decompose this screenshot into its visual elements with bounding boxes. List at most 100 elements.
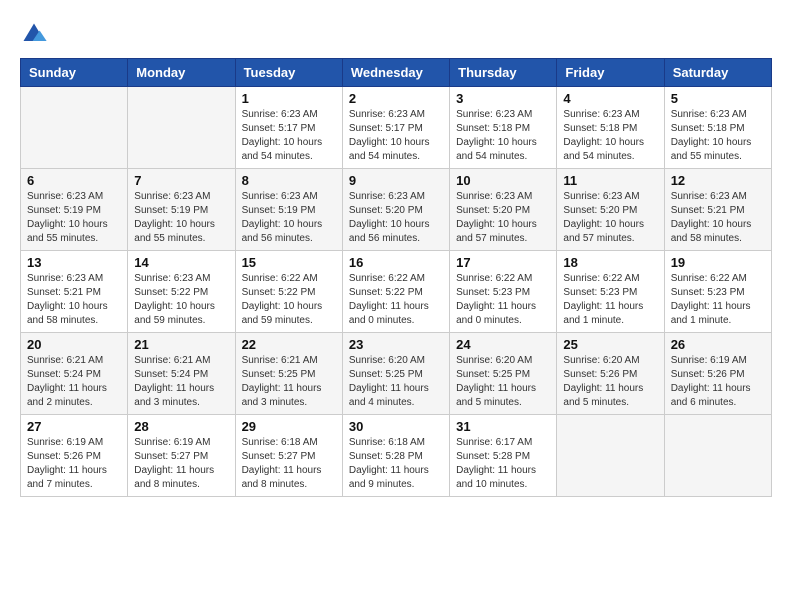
day-info: Sunrise: 6:23 AMSunset: 5:20 PMDaylight:…: [563, 190, 657, 246]
calendar-cell: 15Sunrise: 6:22 AMSunset: 5:22 PMDayligh…: [235, 251, 342, 333]
calendar-cell: 29 Sunrise: 6:18 AMSunset: 5:27 PMDayligh…: [235, 415, 342, 497]
day-number: 6: [27, 173, 121, 188]
day-number: 12: [671, 173, 765, 188]
weekday-header: Saturday: [664, 59, 771, 87]
day-number: 22: [242, 337, 336, 352]
calendar-cell: 12Sunrise: 6:23 AMSunset: 5:21 PMDayligh…: [664, 169, 771, 251]
day-number: 21: [134, 337, 228, 352]
day-number: 14: [134, 255, 228, 270]
calendar-cell: 23 Sunrise: 6:20 AMSunset: 5:25 PMDayligh…: [342, 333, 449, 415]
calendar-cell: 8 Sunrise: 6:23 AMSunset: 5:19 PMDaylight…: [235, 169, 342, 251]
day-info: Sunrise: 6:23 AMSunset: 5:17 PMDaylight:…: [349, 108, 443, 164]
calendar-cell: 11 Sunrise: 6:23 AMSunset: 5:20 PMDayligh…: [557, 169, 664, 251]
day-info: Sunrise: 6:23 AMSunset: 5:18 PMDaylight:…: [563, 108, 657, 164]
day-info: Sunrise: 6:23 AMSunset: 5:22 PMDaylight:…: [134, 272, 228, 328]
calendar-cell: 24 Sunrise: 6:20 AMSunset: 5:25 PMDayligh…: [450, 333, 557, 415]
calendar-cell: 20 Sunrise: 6:21 AMSunset: 5:24 PMDayligh…: [21, 333, 128, 415]
logo-icon: [20, 20, 48, 48]
day-number: 23: [349, 337, 443, 352]
day-info: Sunrise: 6:23 AMSunset: 5:19 PMDaylight:…: [134, 190, 228, 246]
day-info: Sunrise: 6:22 AMSunset: 5:23 PMDaylight:…: [563, 272, 657, 328]
calendar-cell: 17Sunrise: 6:22 AMSunset: 5:23 PMDayligh…: [450, 251, 557, 333]
day-info: Sunrise: 6:23 AMSunset: 5:20 PMDaylight:…: [456, 190, 550, 246]
day-number: 16: [349, 255, 443, 270]
calendar-cell: 26 Sunrise: 6:19 AMSunset: 5:26 PMDayligh…: [664, 333, 771, 415]
day-info: Sunrise: 6:23 AMSunset: 5:18 PMDaylight:…: [456, 108, 550, 164]
calendar-table: SundayMondayTuesdayWednesdayThursdayFrid…: [20, 58, 772, 497]
day-number: 11: [563, 173, 657, 188]
weekday-header: Sunday: [21, 59, 128, 87]
calendar-cell: 7 Sunrise: 6:23 AMSunset: 5:19 PMDaylight…: [128, 169, 235, 251]
logo: [20, 20, 53, 48]
calendar-cell: 19 Sunrise: 6:22 AMSunset: 5:23 PMDayligh…: [664, 251, 771, 333]
calendar-cell: 14 Sunrise: 6:23 AMSunset: 5:22 PMDayligh…: [128, 251, 235, 333]
day-info: Sunrise: 6:19 AMSunset: 5:26 PMDaylight:…: [27, 436, 121, 492]
calendar-cell: 6 Sunrise: 6:23 AMSunset: 5:19 PMDaylight…: [21, 169, 128, 251]
day-info: Sunrise: 6:22 AMSunset: 5:22 PMDaylight:…: [349, 272, 443, 328]
day-number: 19: [671, 255, 765, 270]
day-number: 1: [242, 91, 336, 106]
day-info: Sunrise: 6:21 AMSunset: 5:24 PMDaylight:…: [27, 354, 121, 410]
day-number: 30: [349, 419, 443, 434]
calendar-cell: 10Sunrise: 6:23 AMSunset: 5:20 PMDayligh…: [450, 169, 557, 251]
day-info: Sunrise: 6:23 AMSunset: 5:19 PMDaylight:…: [242, 190, 336, 246]
day-number: 27: [27, 419, 121, 434]
calendar-cell: 3Sunrise: 6:23 AMSunset: 5:18 PMDaylight…: [450, 87, 557, 169]
calendar-cell: 22 Sunrise: 6:21 AMSunset: 5:25 PMDayligh…: [235, 333, 342, 415]
day-info: Sunrise: 6:20 AMSunset: 5:25 PMDaylight:…: [349, 354, 443, 410]
day-number: 7: [134, 173, 228, 188]
day-number: 15: [242, 255, 336, 270]
calendar-cell: 9 Sunrise: 6:23 AMSunset: 5:20 PMDaylight…: [342, 169, 449, 251]
day-info: Sunrise: 6:21 AMSunset: 5:24 PMDaylight:…: [134, 354, 228, 410]
calendar-week-row: 20 Sunrise: 6:21 AMSunset: 5:24 PMDayligh…: [21, 333, 772, 415]
day-info: Sunrise: 6:23 AMSunset: 5:18 PMDaylight:…: [671, 108, 765, 164]
day-info: Sunrise: 6:18 AMSunset: 5:28 PMDaylight:…: [349, 436, 443, 492]
calendar-week-row: 6 Sunrise: 6:23 AMSunset: 5:19 PMDaylight…: [21, 169, 772, 251]
calendar-cell: 27 Sunrise: 6:19 AMSunset: 5:26 PMDayligh…: [21, 415, 128, 497]
calendar-cell: 25 Sunrise: 6:20 AMSunset: 5:26 PMDayligh…: [557, 333, 664, 415]
calendar-cell: [557, 415, 664, 497]
day-number: 20: [27, 337, 121, 352]
calendar-cell: 21 Sunrise: 6:21 AMSunset: 5:24 PMDayligh…: [128, 333, 235, 415]
calendar-cell: 5 Sunrise: 6:23 AMSunset: 5:18 PMDaylight…: [664, 87, 771, 169]
calendar-cell: 31 Sunrise: 6:17 AMSunset: 5:28 PMDayligh…: [450, 415, 557, 497]
day-number: 25: [563, 337, 657, 352]
day-number: 26: [671, 337, 765, 352]
calendar-cell: 2Sunrise: 6:23 AMSunset: 5:17 PMDaylight…: [342, 87, 449, 169]
day-number: 9: [349, 173, 443, 188]
day-info: Sunrise: 6:22 AMSunset: 5:23 PMDaylight:…: [671, 272, 765, 328]
day-number: 24: [456, 337, 550, 352]
day-info: Sunrise: 6:20 AMSunset: 5:26 PMDaylight:…: [563, 354, 657, 410]
weekday-header: Thursday: [450, 59, 557, 87]
calendar-cell: [21, 87, 128, 169]
day-number: 31: [456, 419, 550, 434]
day-number: 5: [671, 91, 765, 106]
day-number: 17: [456, 255, 550, 270]
day-number: 13: [27, 255, 121, 270]
calendar-cell: 1 Sunrise: 6:23 AMSunset: 5:17 PMDaylight…: [235, 87, 342, 169]
calendar-cell: [128, 87, 235, 169]
day-info: Sunrise: 6:23 AMSunset: 5:20 PMDaylight:…: [349, 190, 443, 246]
calendar-cell: 18Sunrise: 6:22 AMSunset: 5:23 PMDayligh…: [557, 251, 664, 333]
day-info: Sunrise: 6:19 AMSunset: 5:26 PMDaylight:…: [671, 354, 765, 410]
day-info: Sunrise: 6:18 AMSunset: 5:27 PMDaylight:…: [242, 436, 336, 492]
calendar-week-row: 27 Sunrise: 6:19 AMSunset: 5:26 PMDayligh…: [21, 415, 772, 497]
calendar-cell: [664, 415, 771, 497]
day-info: Sunrise: 6:17 AMSunset: 5:28 PMDaylight:…: [456, 436, 550, 492]
day-info: Sunrise: 6:23 AMSunset: 5:21 PMDaylight:…: [27, 272, 121, 328]
day-info: Sunrise: 6:20 AMSunset: 5:25 PMDaylight:…: [456, 354, 550, 410]
day-info: Sunrise: 6:23 AMSunset: 5:19 PMDaylight:…: [27, 190, 121, 246]
weekday-header: Friday: [557, 59, 664, 87]
weekday-header: Monday: [128, 59, 235, 87]
day-number: 8: [242, 173, 336, 188]
calendar-cell: 30 Sunrise: 6:18 AMSunset: 5:28 PMDayligh…: [342, 415, 449, 497]
calendar-cell: 28Sunrise: 6:19 AMSunset: 5:27 PMDayligh…: [128, 415, 235, 497]
day-number: 28: [134, 419, 228, 434]
day-number: 29: [242, 419, 336, 434]
weekday-header: Wednesday: [342, 59, 449, 87]
day-info: Sunrise: 6:23 AMSunset: 5:17 PMDaylight:…: [242, 108, 336, 164]
calendar-header-row: SundayMondayTuesdayWednesdayThursdayFrid…: [21, 59, 772, 87]
calendar-week-row: 13 Sunrise: 6:23 AMSunset: 5:21 PMDayligh…: [21, 251, 772, 333]
day-info: Sunrise: 6:21 AMSunset: 5:25 PMDaylight:…: [242, 354, 336, 410]
page-header: [20, 20, 772, 48]
